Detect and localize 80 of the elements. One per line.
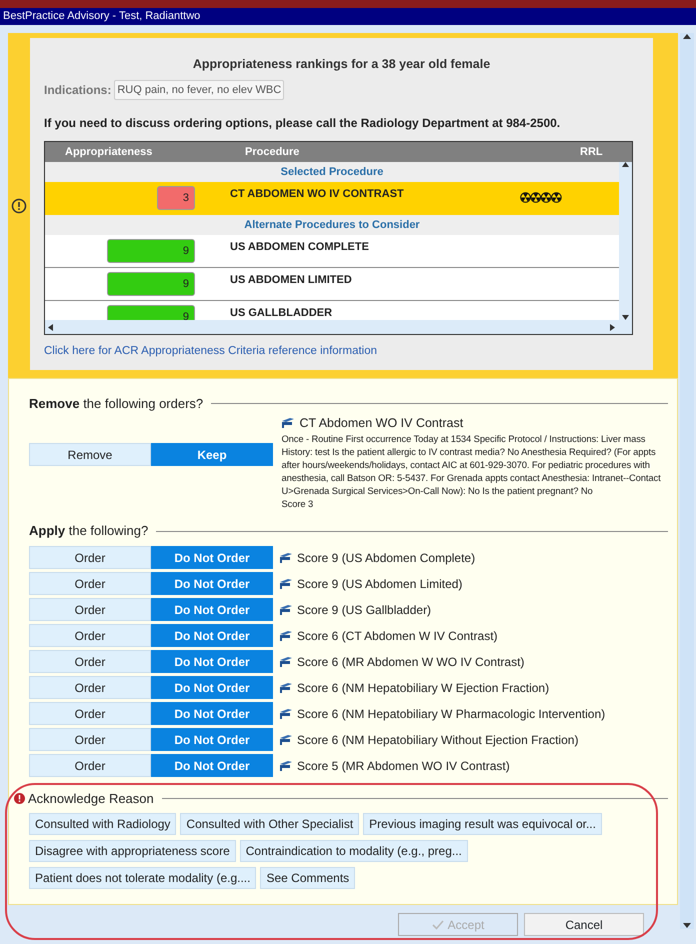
order-icon bbox=[279, 552, 293, 564]
procedure-row[interactable]: 3 CT ABDOMEN WO IV CONTRAST bbox=[45, 182, 620, 216]
remove-button[interactable]: Remove bbox=[29, 443, 151, 466]
scroll-up-icon[interactable] bbox=[683, 33, 691, 39]
section-heading: Acknowledge Reason bbox=[28, 790, 154, 808]
order-icon bbox=[279, 604, 293, 616]
order-option-text: Score 9 (US Abdomen Limited) bbox=[297, 576, 462, 593]
order-option-text: Score 6 (CT Abdomen W IV Contrast) bbox=[297, 628, 498, 645]
order-button[interactable]: Order bbox=[29, 754, 151, 778]
acr-reference-link[interactable]: Click here for ACR Appropriateness Criteria reference information bbox=[44, 343, 378, 360]
order-button[interactable]: Order bbox=[29, 728, 151, 752]
section-heading: Remove the following orders? bbox=[29, 395, 204, 413]
reason-button[interactable]: Patient does not tolerate modality (e.g.... bbox=[29, 867, 256, 890]
indications-field: RUQ pain, no fever, no elev WBC bbox=[114, 80, 284, 100]
do-not-order-button[interactable]: Do Not Order bbox=[151, 728, 273, 752]
score-badge: 9 bbox=[107, 239, 195, 264]
order-title: CT Abdomen WO IV Contrast bbox=[299, 414, 464, 432]
do-not-order-button[interactable]: Do Not Order bbox=[151, 572, 273, 596]
order-icon bbox=[279, 656, 293, 668]
scroll-down-icon[interactable] bbox=[683, 923, 691, 929]
scroll-right-icon[interactable] bbox=[610, 324, 615, 331]
column-header: Procedure bbox=[244, 145, 300, 160]
reason-button[interactable]: Previous imaging result was equivocal or... bbox=[363, 813, 602, 836]
procedure-name: CT ABDOMEN WO IV CONTRAST bbox=[230, 188, 404, 200]
order-icon bbox=[279, 578, 293, 590]
rankings-heading: Appropriateness rankings for a 38 year old female bbox=[192, 56, 492, 73]
reason-button[interactable]: Consulted with Other Specialist bbox=[180, 813, 360, 836]
order-option-text: Score 6 (MR Abdomen W WO IV Contrast) bbox=[297, 654, 524, 671]
table-scrollbar[interactable] bbox=[619, 162, 632, 320]
window-title: BestPractice Advisory - Test, Radianttwo bbox=[0, 8, 696, 25]
order-button[interactable]: Order bbox=[29, 650, 151, 674]
cancel-button[interactable]: Cancel bbox=[524, 913, 644, 936]
group-heading: Selected Procedure bbox=[45, 162, 620, 182]
column-header: Appropriateness bbox=[64, 145, 154, 160]
score-badge: 9 bbox=[107, 305, 195, 320]
reason-button[interactable]: Disagree with appropriateness score bbox=[29, 840, 236, 862]
order-button[interactable]: Order bbox=[29, 598, 151, 622]
order-option-text: Score 9 (US Abdomen Complete) bbox=[297, 550, 476, 567]
order-score: Score 3 bbox=[281, 497, 314, 510]
order-option-text: Score 9 (US Gallbladder) bbox=[297, 602, 432, 619]
notice-text: If you need to discuss ordering options, please call the Radiology Department at 984-2500. bbox=[44, 115, 562, 132]
order-option-text: Score 6 (NM Hepatobiliary W Pharmacologic Intervention) bbox=[297, 706, 606, 723]
order-option-text: Score 5 (MR Abdomen WO IV Contrast) bbox=[297, 758, 510, 775]
score-badge: 3 bbox=[157, 186, 195, 210]
do-not-order-button[interactable]: Do Not Order bbox=[151, 546, 273, 570]
warning-icon bbox=[11, 198, 27, 214]
order-icon bbox=[279, 734, 293, 746]
order-button[interactable]: Order bbox=[29, 572, 151, 596]
section-heading: Apply the following? bbox=[29, 522, 148, 540]
order-icon bbox=[279, 682, 293, 694]
order-icon bbox=[279, 760, 293, 772]
do-not-order-button[interactable]: Do Not Order bbox=[151, 702, 273, 726]
procedure-name: US GALLBLADDER bbox=[230, 307, 332, 320]
do-not-order-button[interactable]: Do Not Order bbox=[151, 676, 273, 700]
procedure-name: US ABDOMEN COMPLETE bbox=[230, 241, 369, 254]
order-option-text: Score 6 (NM Hepatobiliary W Ejection Fraction) bbox=[297, 680, 550, 697]
order-button[interactable]: Order bbox=[29, 546, 151, 570]
do-not-order-button[interactable]: Do Not Order bbox=[151, 598, 273, 622]
order-button[interactable]: Order bbox=[29, 702, 151, 726]
reason-button[interactable]: Consulted with Radiology bbox=[29, 813, 176, 836]
order-details: Once - Routine First occurrence Today at 1534 Specific Protocol / Instructions: Liver mass History: test Is the patient allergic to IV contrast media? No Anesthesia Required? (For appts after hours/weekends/holidays, contact AIC at 601-929-3070. For pediatric procedures with anesthesia, call Batson OR: 5-5437. For Grenada appts contact Anesthesia: Intranet--Contact U>Grenada Surgical Services>On-Call Now): No Is the patient pregnant? No bbox=[281, 432, 662, 498]
do-not-order-button[interactable]: Do Not Order bbox=[151, 650, 273, 674]
order-button[interactable]: Order bbox=[29, 676, 151, 700]
keep-button[interactable]: Keep bbox=[151, 443, 273, 466]
reason-button[interactable]: Contraindication to modality (e.g., preg... bbox=[240, 840, 468, 862]
indications-label: Indications: bbox=[44, 82, 112, 99]
order-icon bbox=[279, 708, 293, 720]
scroll-left-icon[interactable] bbox=[48, 324, 53, 331]
score-badge: 9 bbox=[107, 272, 195, 296]
procedure-name: US ABDOMEN LIMITED bbox=[230, 274, 352, 286]
do-not-order-button[interactable]: Do Not Order bbox=[151, 754, 273, 778]
order-option-text: Score 6 (NM Hepatobiliary Without Ejection Fraction) bbox=[297, 732, 578, 749]
do-not-order-button[interactable]: Do Not Order bbox=[151, 624, 273, 648]
group-heading: Alternate Procedures to Consider bbox=[45, 215, 620, 236]
check-icon bbox=[432, 920, 444, 930]
order-icon bbox=[279, 630, 293, 642]
column-header: RRL bbox=[579, 145, 604, 160]
order-icon bbox=[281, 417, 296, 428]
reason-button[interactable]: See Comments bbox=[260, 867, 356, 890]
order-button[interactable]: Order bbox=[29, 624, 151, 648]
